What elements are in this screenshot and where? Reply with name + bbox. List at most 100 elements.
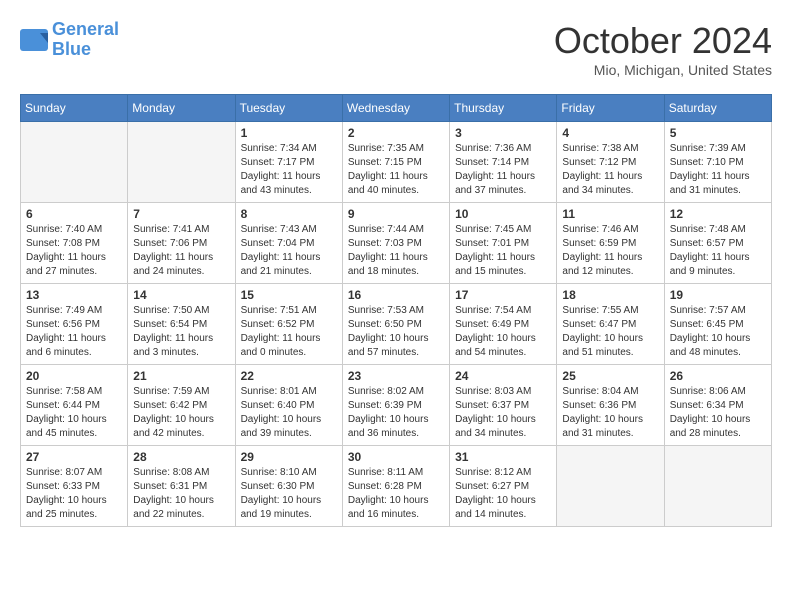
day-detail: Sunrise: 7:44 AMSunset: 7:03 PMDaylight:…	[348, 223, 444, 279]
month-title: October 2024	[554, 20, 772, 62]
weekday-header: Sunday	[21, 95, 128, 122]
calendar-cell: 13 Sunrise: 7:49 AMSunset: 6:56 PMDayligh…	[21, 284, 128, 365]
logo: General Blue	[20, 20, 119, 60]
logo-text: General Blue	[52, 20, 119, 60]
calendar: SundayMondayTuesdayWednesdayThursdayFrid…	[20, 94, 772, 527]
calendar-cell: 5 Sunrise: 7:39 AMSunset: 7:10 PMDaylight…	[664, 122, 771, 203]
title-area: October 2024 Mio, Michigan, United State…	[554, 20, 772, 78]
day-detail: Sunrise: 8:10 AMSunset: 6:30 PMDaylight:…	[241, 466, 337, 522]
logo-icon	[20, 29, 48, 51]
day-detail: Sunrise: 8:04 AMSunset: 6:36 PMDaylight:…	[562, 385, 658, 441]
day-number: 6	[26, 207, 122, 221]
day-number: 19	[670, 288, 766, 302]
weekday-header: Monday	[128, 95, 235, 122]
day-number: 11	[562, 207, 658, 221]
day-detail: Sunrise: 7:35 AMSunset: 7:15 PMDaylight:…	[348, 142, 444, 198]
day-number: 29	[241, 450, 337, 464]
calendar-cell: 11 Sunrise: 7:46 AMSunset: 6:59 PMDayligh…	[557, 203, 664, 284]
calendar-cell: 24Sunrise: 8:03 AMSunset: 6:37 PMDayligh…	[450, 365, 557, 446]
calendar-week-row: 27 Sunrise: 8:07 AMSunset: 6:33 PMDayligh…	[21, 446, 772, 527]
calendar-cell: 21 Sunrise: 7:59 AMSunset: 6:42 PMDayligh…	[128, 365, 235, 446]
weekday-header: Saturday	[664, 95, 771, 122]
calendar-cell: 26 Sunrise: 8:06 AMSunset: 6:34 PMDayligh…	[664, 365, 771, 446]
calendar-cell: 7Sunrise: 7:41 AMSunset: 7:06 PMDaylight…	[128, 203, 235, 284]
header: General Blue October 2024 Mio, Michigan,…	[20, 20, 772, 78]
day-detail: Sunrise: 7:36 AMSunset: 7:14 PMDaylight:…	[455, 142, 551, 198]
day-number: 17	[455, 288, 551, 302]
weekday-header: Thursday	[450, 95, 557, 122]
calendar-cell: 31Sunrise: 8:12 AMSunset: 6:27 PMDayligh…	[450, 446, 557, 527]
calendar-cell: 29 Sunrise: 8:10 AMSunset: 6:30 PMDayligh…	[235, 446, 342, 527]
calendar-cell: 8 Sunrise: 7:43 AMSunset: 7:04 PMDaylight…	[235, 203, 342, 284]
calendar-cell	[21, 122, 128, 203]
day-number: 2	[348, 126, 444, 140]
day-detail: Sunrise: 7:55 AMSunset: 6:47 PMDaylight:…	[562, 304, 658, 360]
calendar-cell: 12Sunrise: 7:48 AMSunset: 6:57 PMDayligh…	[664, 203, 771, 284]
day-number: 15	[241, 288, 337, 302]
day-detail: Sunrise: 7:57 AMSunset: 6:45 PMDaylight:…	[670, 304, 766, 360]
day-detail: Sunrise: 7:40 AMSunset: 7:08 PMDaylight:…	[26, 223, 122, 279]
day-detail: Sunrise: 8:07 AMSunset: 6:33 PMDaylight:…	[26, 466, 122, 522]
day-detail: Sunrise: 7:54 AMSunset: 6:49 PMDaylight:…	[455, 304, 551, 360]
day-number: 28	[133, 450, 229, 464]
calendar-week-row: 6 Sunrise: 7:40 AMSunset: 7:08 PMDaylight…	[21, 203, 772, 284]
location-subtitle: Mio, Michigan, United States	[554, 62, 772, 78]
calendar-week-row: 20 Sunrise: 7:58 AMSunset: 6:44 PMDayligh…	[21, 365, 772, 446]
calendar-cell	[664, 446, 771, 527]
day-detail: Sunrise: 7:58 AMSunset: 6:44 PMDaylight:…	[26, 385, 122, 441]
day-number: 20	[26, 369, 122, 383]
day-number: 5	[670, 126, 766, 140]
day-number: 21	[133, 369, 229, 383]
calendar-week-row: 1 Sunrise: 7:34 AMSunset: 7:17 PMDaylight…	[21, 122, 772, 203]
day-number: 7	[133, 207, 229, 221]
day-detail: Sunrise: 8:08 AMSunset: 6:31 PMDaylight:…	[133, 466, 229, 522]
day-detail: Sunrise: 7:39 AMSunset: 7:10 PMDaylight:…	[670, 142, 766, 198]
day-number: 13	[26, 288, 122, 302]
day-number: 10	[455, 207, 551, 221]
day-number: 8	[241, 207, 337, 221]
calendar-week-row: 13 Sunrise: 7:49 AMSunset: 6:56 PMDayligh…	[21, 284, 772, 365]
calendar-cell: 1 Sunrise: 7:34 AMSunset: 7:17 PMDaylight…	[235, 122, 342, 203]
calendar-cell: 3Sunrise: 7:36 AMSunset: 7:14 PMDaylight…	[450, 122, 557, 203]
day-detail: Sunrise: 7:49 AMSunset: 6:56 PMDaylight:…	[26, 304, 122, 360]
calendar-cell: 15 Sunrise: 7:51 AMSunset: 6:52 PMDayligh…	[235, 284, 342, 365]
calendar-cell: 22 Sunrise: 8:01 AMSunset: 6:40 PMDayligh…	[235, 365, 342, 446]
day-number: 30	[348, 450, 444, 464]
day-detail: Sunrise: 7:43 AMSunset: 7:04 PMDaylight:…	[241, 223, 337, 279]
day-detail: Sunrise: 8:11 AMSunset: 6:28 PMDaylight:…	[348, 466, 444, 522]
logo-line1: General	[52, 19, 119, 39]
calendar-cell: 2 Sunrise: 7:35 AMSunset: 7:15 PMDaylight…	[342, 122, 449, 203]
calendar-cell: 14Sunrise: 7:50 AMSunset: 6:54 PMDayligh…	[128, 284, 235, 365]
day-detail: Sunrise: 7:51 AMSunset: 6:52 PMDaylight:…	[241, 304, 337, 360]
day-detail: Sunrise: 7:46 AMSunset: 6:59 PMDaylight:…	[562, 223, 658, 279]
calendar-cell: 25 Sunrise: 8:04 AMSunset: 6:36 PMDayligh…	[557, 365, 664, 446]
day-detail: Sunrise: 8:01 AMSunset: 6:40 PMDaylight:…	[241, 385, 337, 441]
day-detail: Sunrise: 8:03 AMSunset: 6:37 PMDaylight:…	[455, 385, 551, 441]
calendar-cell: 28 Sunrise: 8:08 AMSunset: 6:31 PMDayligh…	[128, 446, 235, 527]
day-number: 16	[348, 288, 444, 302]
day-number: 25	[562, 369, 658, 383]
calendar-cell: 4Sunrise: 7:38 AMSunset: 7:12 PMDaylight…	[557, 122, 664, 203]
day-number: 1	[241, 126, 337, 140]
day-number: 14	[133, 288, 229, 302]
calendar-cell: 10Sunrise: 7:45 AMSunset: 7:01 PMDayligh…	[450, 203, 557, 284]
day-detail: Sunrise: 7:34 AMSunset: 7:17 PMDaylight:…	[241, 142, 337, 198]
calendar-cell: 6 Sunrise: 7:40 AMSunset: 7:08 PMDaylight…	[21, 203, 128, 284]
day-number: 26	[670, 369, 766, 383]
day-detail: Sunrise: 7:48 AMSunset: 6:57 PMDaylight:…	[670, 223, 766, 279]
day-number: 23	[348, 369, 444, 383]
day-detail: Sunrise: 7:59 AMSunset: 6:42 PMDaylight:…	[133, 385, 229, 441]
weekday-header: Tuesday	[235, 95, 342, 122]
calendar-cell: 18Sunrise: 7:55 AMSunset: 6:47 PMDayligh…	[557, 284, 664, 365]
weekday-header: Friday	[557, 95, 664, 122]
calendar-cell	[557, 446, 664, 527]
weekday-header: Wednesday	[342, 95, 449, 122]
day-number: 31	[455, 450, 551, 464]
calendar-cell: 17 Sunrise: 7:54 AMSunset: 6:49 PMDayligh…	[450, 284, 557, 365]
day-number: 27	[26, 450, 122, 464]
calendar-cell	[128, 122, 235, 203]
day-number: 22	[241, 369, 337, 383]
logo-line2: Blue	[52, 39, 91, 59]
day-detail: Sunrise: 8:06 AMSunset: 6:34 PMDaylight:…	[670, 385, 766, 441]
day-number: 9	[348, 207, 444, 221]
